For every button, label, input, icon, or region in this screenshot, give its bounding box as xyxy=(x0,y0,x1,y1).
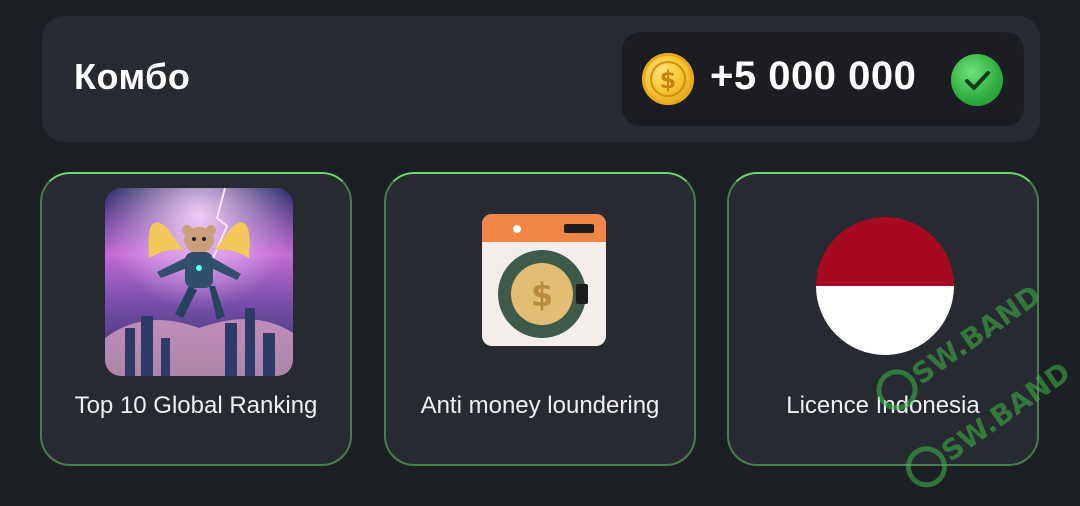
svg-text:$: $ xyxy=(531,276,553,314)
reward-amount: +5 000 000 xyxy=(710,54,917,98)
reward-pill: $ +5 000 000 xyxy=(622,32,1024,126)
combo-card-licence-indonesia[interactable]: Licence Indonesia xyxy=(727,172,1039,466)
card-label: Anti money loundering xyxy=(420,392,660,419)
combo-header: Комбо $ +5 000 000 xyxy=(42,16,1040,142)
combo-card-top-10-global-ranking[interactable]: Top 10 Global Ranking xyxy=(40,172,352,466)
washing-machine-coin-icon: $ xyxy=(482,214,606,351)
coin-icon: $ xyxy=(642,53,694,105)
indonesia-flag-icon xyxy=(815,216,955,361)
card-label: Licence Indonesia xyxy=(786,392,980,419)
card-label: Top 10 Global Ranking xyxy=(74,392,318,419)
check-icon xyxy=(951,54,1003,106)
page-title: Комбо xyxy=(74,56,191,97)
svg-text:$: $ xyxy=(660,66,677,94)
hamster-astronaut-image xyxy=(105,188,293,376)
combo-card-anti-money-laundering[interactable]: $ Anti money loundering xyxy=(384,172,696,466)
